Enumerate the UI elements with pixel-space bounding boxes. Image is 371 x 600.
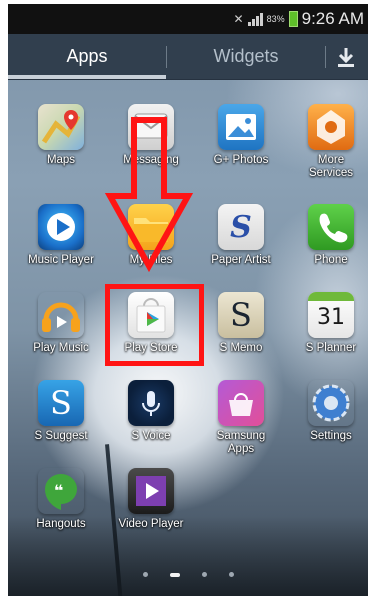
settings-icon (308, 380, 354, 426)
app-s-memo[interactable]: S S Memo (196, 292, 286, 382)
phone-icon (308, 204, 354, 250)
app-label: More Services (308, 154, 354, 179)
maps-icon (38, 104, 84, 150)
page-dot (228, 572, 234, 577)
more-services-icon (308, 104, 354, 150)
page-indicator[interactable] (8, 572, 368, 577)
phone-screen: ✕ 83% 9:26 AM Apps Widgets Maps Messagin… (8, 4, 368, 596)
app-label: Settings (310, 430, 352, 442)
app-settings[interactable]: Settings (286, 380, 368, 470)
app-label: S Memo (219, 342, 263, 354)
app-maps[interactable]: Maps (16, 104, 106, 194)
app-video-player[interactable]: Video Player (106, 468, 196, 558)
app-play-music[interactable]: Play Music (16, 292, 106, 382)
s-planner-day: 31 (317, 305, 345, 330)
paper-artist-icon: S (218, 204, 264, 250)
music-player-icon (38, 204, 84, 250)
app-label: S Planner (305, 342, 357, 354)
tab-widgets-label: Widgets (213, 46, 279, 66)
page-dot (142, 572, 148, 577)
page-dot-active (169, 572, 180, 577)
mute-icon: ✕ (233, 12, 244, 26)
app-label: Paper Artist (211, 254, 271, 266)
app-paper-artist[interactable]: S Paper Artist (196, 204, 286, 294)
s-voice-icon (128, 380, 174, 426)
app-label: Play Music (33, 342, 89, 354)
clock: 9:26 AM (301, 9, 364, 28)
signal-icon (247, 12, 263, 26)
status-bar: ✕ 83% 9:26 AM (8, 4, 368, 34)
paper-artist-glyph: S (230, 209, 252, 245)
svg-text:❝: ❝ (54, 481, 63, 500)
app-g-photos[interactable]: G+ Photos (196, 104, 286, 194)
app-label: Samsung Apps (216, 430, 266, 455)
page-dot (201, 572, 207, 577)
app-more-services[interactable]: More Services (286, 104, 368, 194)
video-player-icon (128, 468, 174, 514)
app-label: S Voice (131, 430, 171, 442)
app-s-planner[interactable]: 31 S Planner (286, 292, 368, 382)
battery-percent: 83% (266, 14, 285, 24)
s-suggest-icon: S (38, 380, 84, 426)
download-icon (338, 47, 354, 67)
samsung-apps-icon (218, 380, 264, 426)
app-s-voice[interactable]: S Voice (106, 380, 196, 470)
s-suggest-glyph: S (50, 384, 72, 422)
app-label: Hangouts (36, 518, 86, 530)
calendar-header (308, 292, 354, 301)
s-memo-icon: S (218, 292, 264, 338)
app-label: G+ Photos (213, 154, 269, 166)
app-label: Music Player (28, 254, 94, 266)
s-memo-glyph: S (230, 296, 252, 334)
s-planner-icon: 31 (308, 292, 354, 338)
battery-icon (288, 11, 298, 27)
app-label: Phone (314, 254, 348, 266)
app-label: Video Player (118, 518, 184, 530)
hangouts-icon: ❝ (38, 468, 84, 514)
app-music-player[interactable]: Music Player (16, 204, 106, 294)
tab-bar: Apps Widgets (8, 34, 368, 80)
tab-apps[interactable]: Apps (8, 34, 166, 79)
photos-icon (218, 104, 264, 150)
tab-apps-label: Apps (66, 46, 108, 66)
annotation-highlight-box (105, 284, 204, 366)
app-label: S Suggest (34, 430, 88, 442)
annotation-arrow (104, 117, 194, 273)
app-hangouts[interactable]: ❝ Hangouts (16, 468, 106, 558)
download-button[interactable] (326, 34, 366, 79)
app-s-suggest[interactable]: S S Suggest (16, 380, 106, 470)
app-label: Maps (46, 154, 76, 166)
app-samsung-apps[interactable]: Samsung Apps (196, 380, 286, 470)
play-music-icon (38, 292, 84, 338)
app-phone[interactable]: Phone (286, 204, 368, 294)
tab-widgets[interactable]: Widgets (167, 34, 325, 79)
